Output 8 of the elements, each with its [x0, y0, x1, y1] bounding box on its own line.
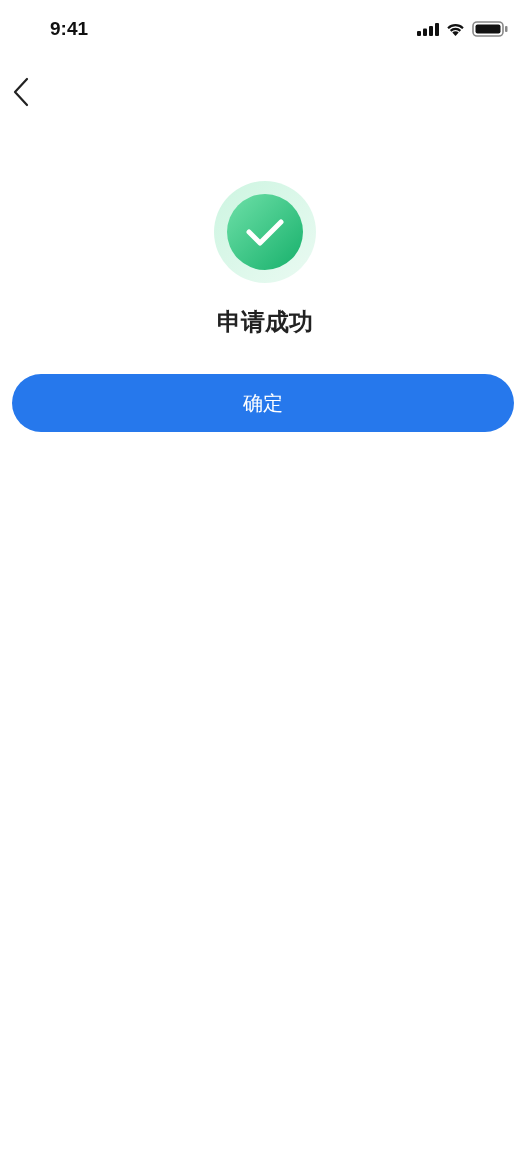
- back-icon[interactable]: [12, 77, 30, 107]
- wifi-icon: [446, 22, 465, 36]
- battery-icon: [472, 21, 508, 37]
- success-check-icon: [213, 180, 317, 284]
- status-time: 9:41: [50, 18, 89, 40]
- confirm-button[interactable]: 确定: [12, 374, 514, 432]
- signal-icon: [417, 22, 439, 36]
- result-title: 申请成功: [217, 307, 313, 338]
